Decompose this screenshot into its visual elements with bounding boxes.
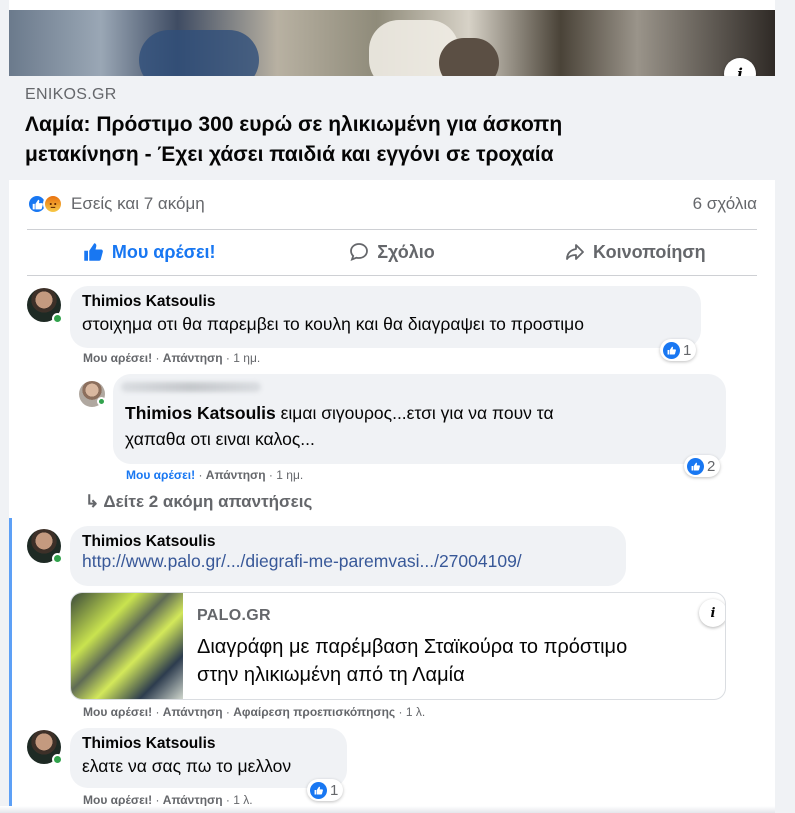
comment-reactions[interactable]: 1 bbox=[307, 779, 344, 801]
reply-reactions[interactable]: 2 bbox=[684, 455, 721, 477]
reactions-summary: Εσείς και 7 ακόμη 6 σχόλια bbox=[27, 190, 757, 218]
online-status-dot bbox=[52, 313, 63, 324]
thread-highlight-bar bbox=[9, 518, 12, 813]
bottom-edge-shadow bbox=[0, 806, 775, 813]
like-icon bbox=[310, 781, 327, 799]
comment-timestamp[interactable]: 1 λ. bbox=[233, 793, 252, 807]
divider bbox=[27, 275, 757, 276]
comment-reply-link[interactable]: Απάντηση bbox=[163, 705, 223, 719]
redacted-author-name bbox=[121, 382, 261, 392]
separator-dot: · bbox=[225, 793, 230, 807]
reply-text-line: χαπαθα οτι ειναι καλος... bbox=[125, 429, 315, 449]
online-status-dot bbox=[52, 754, 63, 765]
page-gutter-right bbox=[775, 0, 795, 813]
reply-meta: Μου αρέσει! · Απάντηση · 1 ημ. bbox=[126, 468, 303, 482]
link-preview-title-line: στην ηλικιωμένη από τη Λαμία bbox=[197, 664, 465, 686]
share-icon bbox=[566, 244, 584, 260]
separator-dot: · bbox=[155, 351, 160, 365]
comment-author[interactable]: Thimios Katsoulis bbox=[82, 735, 335, 753]
thumbs-up-icon bbox=[84, 243, 103, 261]
separator-dot: · bbox=[268, 468, 273, 482]
link-preview-thumbnail bbox=[71, 593, 183, 699]
like-icon bbox=[687, 457, 704, 475]
reply-reply-link[interactable]: Απάντηση bbox=[206, 468, 266, 482]
comment-meta: Μου αρέσει! · Απάντηση · 1 ημ. bbox=[83, 351, 260, 365]
share-button-label: Κοινοποίηση bbox=[592, 241, 706, 262]
reply-text-line: ειμαι σιγουρος...ετσι για να πουν τα bbox=[275, 403, 554, 423]
post-actions: Μου αρέσει! Σχόλιο Κοινοποίηση bbox=[27, 232, 757, 272]
reactions-text[interactable]: Εσείς και 7 ακόμη bbox=[71, 194, 205, 214]
reaction-count: 1 bbox=[330, 781, 339, 799]
comment-text: ελατε να σας πω το μελλον bbox=[82, 756, 292, 776]
reply-text: Thimios Katsoulis ειμαι σιγουρος...ετσι … bbox=[125, 400, 714, 426]
comment-timestamp[interactable]: 1 ημ. bbox=[233, 351, 260, 365]
reply-arrow-icon: ↳ bbox=[85, 492, 100, 511]
image-detail bbox=[439, 38, 499, 76]
info-icon[interactable]: i bbox=[699, 599, 725, 627]
link-preview-title: Λαμία: Πρόστιμο 300 ευρώ σε ηλικιωμένη γ… bbox=[25, 110, 759, 170]
online-status-dot bbox=[97, 397, 106, 406]
comment-button-label: Σχόλιο bbox=[377, 241, 435, 262]
link-preview-domain: ENIKOS.GR bbox=[25, 86, 117, 103]
post-card: i ENIKOS.GR Λαμία: Πρόστιμο 300 ευρώ σε … bbox=[9, 0, 775, 813]
online-status-dot bbox=[52, 553, 63, 564]
comment-link[interactable]: http://www.palo.gr/.../diegrafi-me-parem… bbox=[82, 551, 614, 572]
view-more-replies-label: Δείτε 2 ακόμη απαντήσεις bbox=[103, 492, 313, 511]
link-preview-title-line: μετακίνηση - Έχει χάσει παιδιά και εγγόν… bbox=[25, 143, 554, 166]
comment-meta: Μου αρέσει! · Απάντηση · Αφαίρεση προεπι… bbox=[83, 705, 425, 719]
like-icon bbox=[663, 341, 680, 359]
separator-dot: · bbox=[155, 705, 160, 719]
link-preview-title: Διαγράφη με παρέμβαση Σταϊκούρα το πρόστ… bbox=[197, 633, 697, 689]
like-button[interactable]: Μου αρέσει! bbox=[27, 232, 270, 272]
comment-button[interactable]: Σχόλιο bbox=[270, 232, 513, 272]
comment-like-link[interactable]: Μου αρέσει! bbox=[83, 351, 152, 365]
comment-author[interactable]: Thimios Katsoulis bbox=[82, 293, 689, 311]
angry-icon bbox=[43, 194, 63, 214]
comment-like-link[interactable]: Μου αρέσει! bbox=[83, 793, 152, 807]
comment-bubble: Thimios Katsoulis στοιχημα οτι θα παρεμβ… bbox=[70, 286, 701, 348]
link-preview-image[interactable] bbox=[9, 10, 775, 76]
comment-reply-link[interactable]: Απάντηση bbox=[163, 793, 223, 807]
image-detail bbox=[139, 30, 259, 76]
link-preview-title-line: Διαγράφη με παρέμβαση Σταϊκούρα το πρόστ… bbox=[197, 636, 628, 658]
comment-reactions[interactable]: 1 bbox=[660, 339, 697, 361]
separator-dot: · bbox=[225, 705, 230, 719]
comment-text: στοιχημα οτι θα παρεμβει το κουλη και θα… bbox=[82, 314, 584, 334]
comments-count[interactable]: 6 σχόλια bbox=[693, 194, 757, 214]
comment-timestamp[interactable]: 1 λ. bbox=[406, 705, 425, 719]
separator-dot: · bbox=[155, 793, 160, 807]
link-preview-card[interactable]: PALO.GR Διαγράφη με παρέμβαση Σταϊκούρα … bbox=[70, 592, 726, 700]
separator-dot: · bbox=[398, 705, 403, 719]
like-button-label: Μου αρέσει! bbox=[111, 241, 216, 262]
remove-preview-link[interactable]: Αφαίρεση προεπισκόπησης bbox=[233, 705, 395, 719]
reply-timestamp[interactable]: 1 ημ. bbox=[276, 468, 303, 482]
reply-like-link[interactable]: Μου αρέσει! bbox=[126, 468, 195, 482]
link-preview-meta[interactable]: ENIKOS.GR Λαμία: Πρόστιμο 300 ευρώ σε ηλ… bbox=[9, 76, 775, 180]
separator-dot: · bbox=[198, 468, 203, 482]
divider bbox=[27, 229, 757, 230]
view-more-replies-link[interactable]: ↳ Δείτε 2 ακόμη απαντήσεις bbox=[85, 492, 312, 512]
reaction-icons[interactable] bbox=[27, 194, 63, 214]
separator-dot: · bbox=[225, 351, 230, 365]
comment-like-link[interactable]: Μου αρέσει! bbox=[83, 705, 152, 719]
comment-author[interactable]: Thimios Katsoulis bbox=[82, 533, 614, 551]
comment-reply-link[interactable]: Απάντηση bbox=[163, 351, 223, 365]
comment-bubble: Thimios Katsoulis ελατε να σας πω το μελ… bbox=[70, 728, 347, 788]
comment-meta: Μου αρέσει! · Απάντηση · 1 λ. bbox=[83, 793, 253, 807]
reaction-count: 1 bbox=[683, 341, 692, 359]
comment-icon bbox=[350, 243, 369, 262]
share-button[interactable]: Κοινοποίηση bbox=[514, 232, 757, 272]
comment-bubble: Thimios Katsoulis http://www.palo.gr/...… bbox=[70, 526, 626, 586]
page-gutter-left bbox=[0, 0, 9, 813]
link-preview-title-line: Λαμία: Πρόστιμο 300 ευρώ σε ηλικιωμένη γ… bbox=[25, 113, 563, 136]
reply-mention[interactable]: Thimios Katsoulis bbox=[125, 403, 276, 423]
link-preview-domain: PALO.GR bbox=[197, 607, 271, 624]
reaction-count: 2 bbox=[707, 457, 716, 475]
